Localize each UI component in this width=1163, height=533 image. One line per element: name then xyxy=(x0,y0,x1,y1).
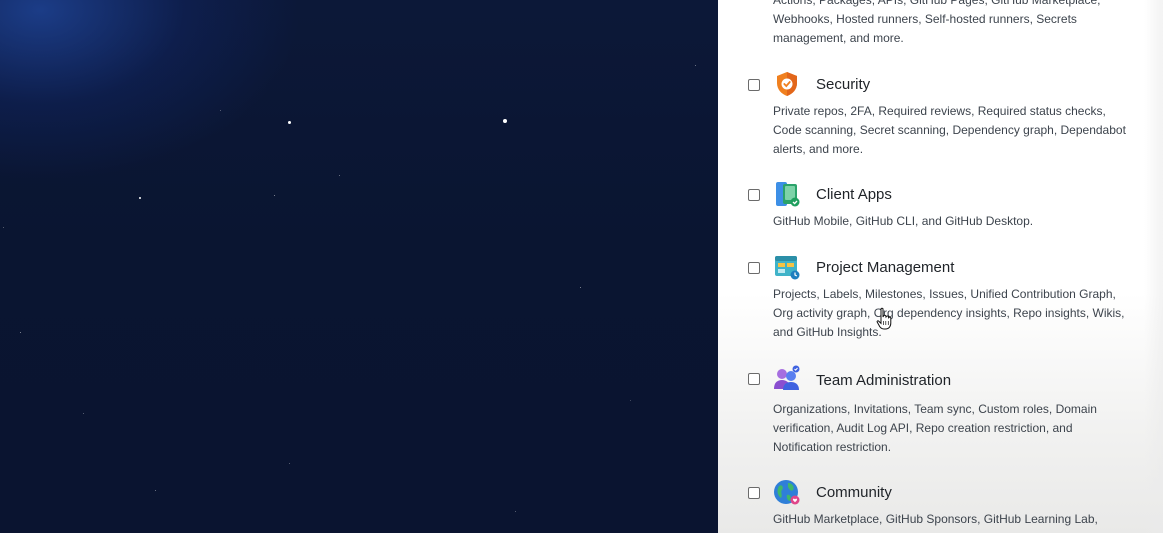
star xyxy=(20,332,21,333)
feature-description: Private repos, 2FA, Required reviews, Re… xyxy=(773,104,1126,156)
feature-title: Client Apps xyxy=(816,186,892,203)
globe-icon xyxy=(774,480,800,505)
starfield-background xyxy=(0,0,718,533)
project-board-icon xyxy=(775,256,800,280)
team-administration-checkbox[interactable] xyxy=(748,373,760,385)
star xyxy=(515,511,516,512)
feature-title: Security xyxy=(816,76,871,93)
feature-list-panel: Actions, Packages, APIs, GitHub Pages, G… xyxy=(718,0,1163,533)
hand-cursor-icon xyxy=(876,307,892,330)
star xyxy=(289,463,290,464)
star xyxy=(339,175,340,176)
feature-description: GitHub Mobile, GitHub CLI, and GitHub De… xyxy=(773,214,1034,228)
security-checkbox[interactable] xyxy=(748,79,760,91)
star xyxy=(3,227,4,228)
star xyxy=(274,195,275,196)
feature-description: Projects, Labels, Milestones, Issues, Un… xyxy=(773,287,1125,339)
star xyxy=(155,490,156,491)
feature-title: Team Administration xyxy=(816,372,952,389)
feature-description: Actions, Packages, APIs, GitHub Pages, G… xyxy=(773,0,1101,45)
feature-description: GitHub Marketplace, GitHub Sponsors, Git… xyxy=(773,512,1098,526)
star xyxy=(83,413,84,414)
feature-title: Community xyxy=(816,484,892,501)
star xyxy=(288,121,291,124)
panel-edge-shade xyxy=(1144,0,1163,533)
star xyxy=(580,287,581,288)
community-checkbox[interactable] xyxy=(748,487,760,499)
devices-icon xyxy=(776,182,800,207)
star xyxy=(695,65,696,66)
team-icon xyxy=(774,365,800,390)
client-apps-checkbox[interactable] xyxy=(748,189,760,201)
shield-icon xyxy=(777,72,797,96)
star xyxy=(503,119,507,123)
star xyxy=(630,400,631,401)
star xyxy=(139,197,141,199)
feature-description: Organizations, Invitations, Team sync, C… xyxy=(773,402,1097,454)
star xyxy=(220,110,221,111)
feature-title: Project Management xyxy=(816,259,955,276)
project-management-checkbox[interactable] xyxy=(748,262,760,274)
